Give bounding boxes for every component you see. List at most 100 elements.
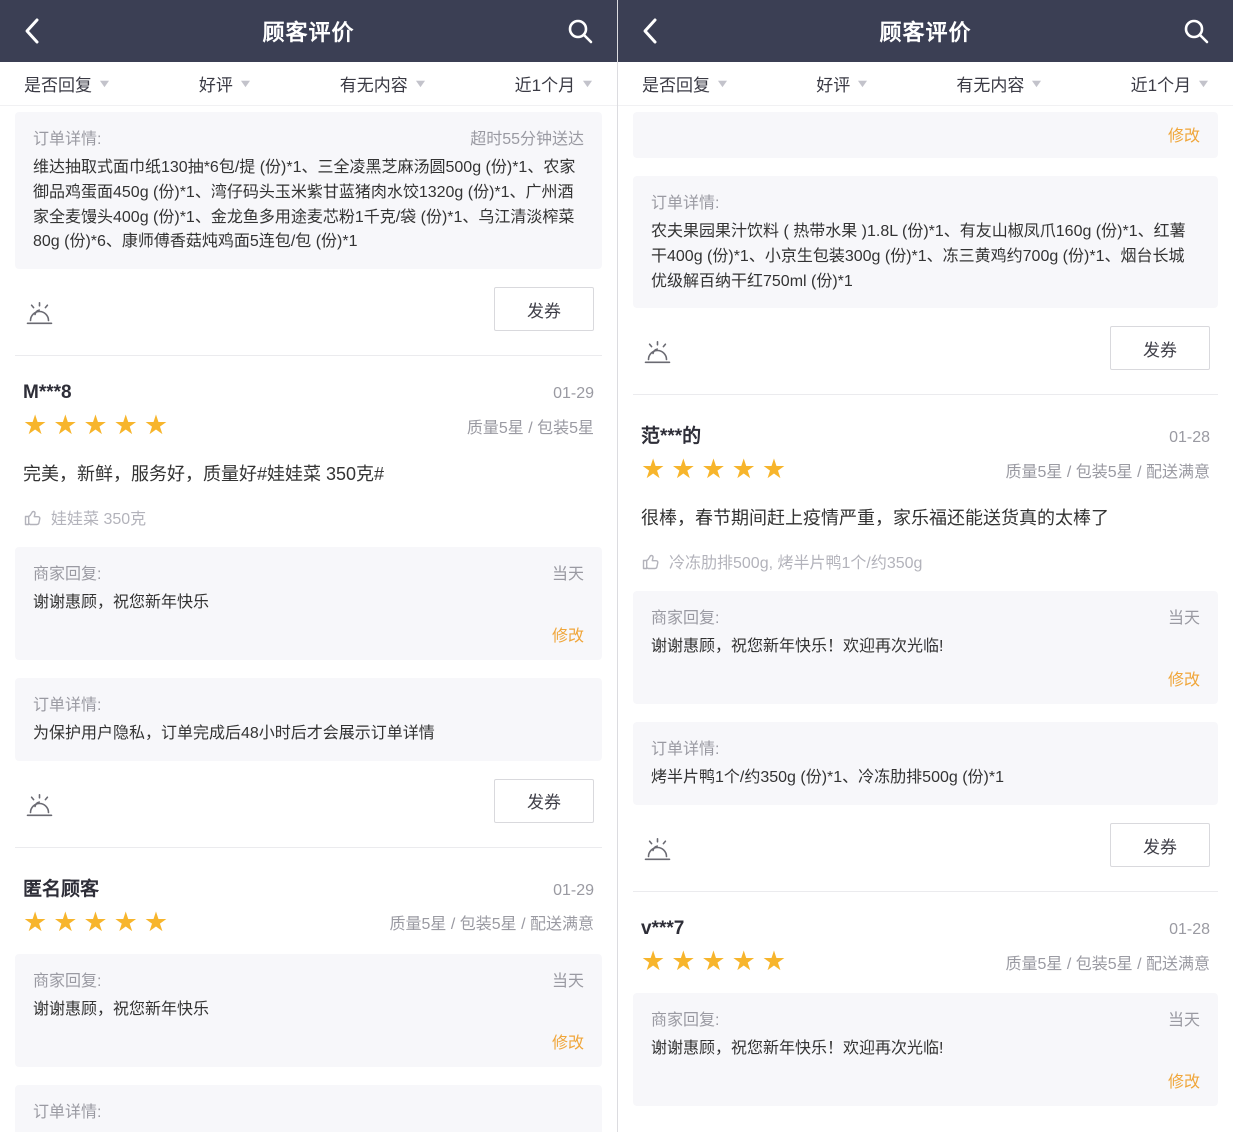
order-details-box: 订单详情: 超时55分钟送达 维达抽取式面巾纸130抽*6包/提 (份)*1、三…	[15, 112, 602, 269]
back-icon[interactable]	[22, 16, 52, 46]
product-tag-label: 冷冻肋排500g, 烤半片鸭1个/约350g	[669, 549, 922, 573]
chevron-down-icon: ▼	[715, 78, 730, 90]
filter-bar: 是否回复 ▼ 好评 ▼ 有无内容 ▼ 近1个月 ▼	[618, 62, 1233, 106]
review-card: v***7 01-28 ★★★★★ 质量5星 / 包装5星 / 配送满意 商家回…	[618, 918, 1233, 1106]
reviewer-name: M***8	[23, 382, 72, 404]
review-date: 01-28	[1169, 921, 1210, 939]
order-details-label: 订单详情:	[651, 735, 719, 759]
star-rating: ★★★★★	[23, 412, 174, 439]
modify-link[interactable]: 修改	[1168, 672, 1200, 689]
merchant-reply-label: 商家回复:	[33, 560, 101, 584]
order-details-box: 订单详情: 农夫果园果汁饮料 ( 热带水果 )1.8L (份)*1、有友山椒凤爪…	[633, 176, 1218, 308]
review-panel-left: 顾客评价 是否回复▼ 好评▼ 有无内容▼ 近1个月▼ 订单详情: 超时55分钟送…	[0, 0, 617, 1132]
app-header: 顾客评价	[618, 0, 1233, 62]
search-icon[interactable]	[565, 16, 595, 46]
order-details-label: 订单详情:	[33, 1098, 101, 1122]
chevron-down-icon: ▼	[855, 78, 870, 90]
reviewer-name: v***7	[641, 918, 684, 940]
dual-screenshot-view: 顾客评价 是否回复 ▼ 好评 ▼ 有无内容 ▼ 近1个月 ▼ 订单详情: 超时55分钟送…	[0, 0, 1234, 1132]
reply-time: 当天	[1168, 604, 1200, 628]
order-items: 为保护用户隐私，订单完成后48小时后才会展示订单详情	[33, 722, 584, 747]
filter-bar: 是否回复▼ 好评▼ 有无内容▼ 近1个月▼	[0, 62, 617, 106]
page-title: 顾客评价	[879, 15, 971, 47]
filter-time-range[interactable]: 近1个月▼	[515, 71, 593, 96]
chevron-down-icon: ▼	[238, 78, 253, 90]
back-icon[interactable]	[640, 16, 670, 46]
filter-label: 是否回复	[24, 71, 92, 96]
siren-icon[interactable]	[641, 836, 674, 867]
filter-has-content[interactable]: 有无内容 ▼	[956, 71, 1042, 96]
reviewer-name: 匿名顾客	[23, 874, 99, 901]
card-divider	[15, 355, 602, 356]
chevron-down-icon: ▼	[413, 78, 428, 90]
merchant-reply-box: 商家回复: 当天 谢谢惠顾，祝您新年快乐 修改	[15, 547, 602, 660]
reply-text: 谢谢惠顾，祝您新年快乐	[33, 591, 584, 616]
order-details-label: 订单详情:	[651, 189, 719, 213]
rating-detail: 质量5星 / 包装5星 / 配送满意	[1006, 950, 1210, 974]
star-rating: ★★★★★	[641, 948, 792, 975]
merchant-reply-label: 商家回复:	[651, 604, 719, 628]
review-date: 01-29	[553, 385, 594, 403]
filter-rating-type[interactable]: 好评 ▼	[816, 71, 868, 96]
filter-label: 好评	[199, 71, 233, 96]
siren-icon[interactable]	[641, 339, 674, 370]
modify-link[interactable]: 修改	[1168, 1074, 1200, 1091]
review-card: 订单详情: 超时55分钟送达 维达抽取式面巾纸130抽*6包/提 (份)*1、三…	[0, 112, 617, 331]
delivery-status: 超时55分钟送达	[470, 125, 584, 149]
siren-icon[interactable]	[23, 300, 56, 331]
filter-label: 好评	[816, 71, 850, 96]
app-header: 顾客评价	[0, 0, 617, 62]
filter-reply-status[interactable]: 是否回复 ▼	[642, 71, 728, 96]
review-text: 很棒，春节期间赶上疫情严重，家乐福还能送货真的太棒了	[641, 505, 1210, 531]
filter-reply-status[interactable]: 是否回复▼	[24, 71, 110, 96]
product-tag-label: 娃娃菜 350克	[51, 505, 146, 529]
page-title: 顾客评价	[262, 15, 354, 47]
rating-detail: 质量5星 / 包装5星 / 配送满意	[390, 910, 594, 934]
merchant-reply-label: 商家回复:	[33, 967, 101, 991]
review-list: 订单详情: 超时55分钟送达 维达抽取式面巾纸130抽*6包/提 (份)*1、三…	[0, 106, 617, 1132]
filter-label: 是否回复	[642, 71, 710, 96]
filter-rating-type[interactable]: 好评 ▼	[199, 71, 251, 96]
merchant-reply-label: 商家回复:	[651, 1006, 719, 1030]
product-tag[interactable]: 冷冻肋排500g, 烤半片鸭1个/约350g	[641, 549, 1210, 573]
issue-coupon-button[interactable]: 发券	[494, 779, 594, 823]
card-divider	[633, 394, 1218, 395]
rating-detail: 质量5星 / 包装5星 / 配送满意	[1006, 458, 1210, 482]
merchant-reply-box: 商家回复: 当天 谢谢惠顾，祝您新年快乐 修改	[15, 954, 602, 1067]
reply-time: 当天	[552, 967, 584, 991]
card-divider	[633, 891, 1218, 892]
filter-time-range[interactable]: 近1个月 ▼	[1131, 71, 1209, 96]
order-items: 烤半片鸭1个/约350g (份)*1、冷冻肋排500g (份)*1	[651, 766, 1200, 791]
card-divider	[15, 847, 602, 848]
order-details-label: 订单详情:	[33, 125, 101, 149]
modify-link[interactable]: 修改	[552, 1035, 584, 1052]
search-icon[interactable]	[1181, 16, 1211, 46]
order-details-box: 订单详情: 为保护用户隐私，订单完成后48小时后才会展示订单详情	[15, 678, 602, 761]
review-text: 完美，新鲜，服务好，质量好#娃娃菜 350克#	[23, 461, 594, 487]
reply-time: 当天	[1168, 1006, 1200, 1030]
chevron-down-icon: ▼	[1029, 78, 1044, 90]
reply-time: 当天	[552, 560, 584, 584]
rating-detail: 质量5星 / 包装5星	[467, 414, 594, 438]
filter-label: 近1个月	[1131, 71, 1191, 96]
review-card: 匿名顾客 01-29 ★★★★★ 质量5星 / 包装5星 / 配送满意 商家回复…	[0, 874, 617, 1132]
review-card: 修改 订单详情: 农夫果园果汁饮料 ( 热带水果 )1.8L (份)*1、有友山…	[618, 112, 1233, 370]
review-card: 范***的 01-28 ★★★★★ 质量5星 / 包装5星 / 配送满意 很棒，…	[618, 421, 1233, 867]
modify-link[interactable]: 修改	[552, 628, 584, 645]
order-items: 维达抽取式面巾纸130抽*6包/提 (份)*1、三全凌黑芝麻汤圆500g (份)…	[33, 156, 584, 255]
issue-coupon-button[interactable]: 发券	[1110, 326, 1210, 370]
merchant-reply-box: 修改	[633, 112, 1218, 158]
product-tag[interactable]: 娃娃菜 350克	[23, 505, 594, 529]
filter-has-content[interactable]: 有无内容▼	[340, 71, 426, 96]
reply-text: 谢谢惠顾，祝您新年快乐！欢迎再次光临!	[651, 1037, 1200, 1062]
siren-icon[interactable]	[23, 792, 56, 823]
review-panel-right: 顾客评价 是否回复 ▼ 好评 ▼ 有无内容 ▼ 近1个月 ▼ 修改 订单详情: 农夫果园…	[617, 0, 1233, 1132]
modify-link[interactable]: 修改	[1168, 128, 1200, 145]
chevron-down-icon: ▼	[580, 78, 595, 90]
issue-coupon-button[interactable]: 发券	[494, 287, 594, 331]
chevron-down-icon: ▼	[1196, 78, 1211, 90]
filter-label: 有无内容	[956, 71, 1024, 96]
issue-coupon-button[interactable]: 发券	[1110, 823, 1210, 867]
merchant-reply-box: 商家回复: 当天 谢谢惠顾，祝您新年快乐！欢迎再次光临! 修改	[633, 993, 1218, 1106]
star-rating: ★★★★★	[23, 909, 174, 936]
